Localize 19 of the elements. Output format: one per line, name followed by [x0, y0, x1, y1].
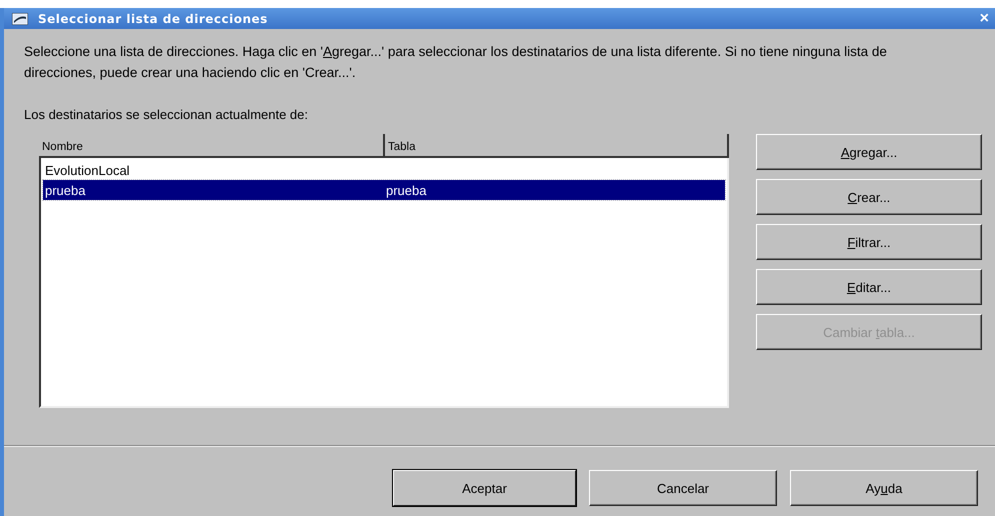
list-row[interactable]: EvolutionLocal: [43, 160, 725, 180]
table-cell-text: EvolutionLocal: [44, 162, 131, 178]
dialog-button[interactable]: Aceptar: [393, 470, 576, 506]
close-button[interactable]: ×: [980, 10, 989, 26]
column-header[interactable]: Nombre: [39, 134, 383, 156]
action-button[interactable]: Agregar...: [756, 134, 982, 170]
table-cell-text: prueba: [385, 182, 428, 198]
action-button[interactable]: Filtrar...: [756, 224, 982, 260]
dialog-button[interactable]: Ayuda: [790, 470, 978, 506]
list-row[interactable]: prueba prueba: [43, 180, 725, 200]
instruction-text: Seleccione una lista de direcciones. Haga clic en 'Agregar...' para seleccionar los destinatarios de una lista diferente. Si no tiene ninguna lista de direcciones, puede crear una haciendo clic en 'Crear...'.: [24, 43, 888, 82]
current-source-label: Los destinatarios se seleccionan actualmente de:: [24, 107, 310, 122]
window-title: Seleccionar lista de direcciones: [38, 12, 269, 26]
dialog-button[interactable]: Cancelar: [589, 470, 777, 506]
action-button[interactable]: Crear...: [756, 179, 982, 215]
action-button[interactable]: Editar...: [756, 269, 982, 305]
column-header[interactable]: Tabla: [383, 134, 727, 156]
table-cell-text: prueba: [44, 182, 86, 198]
app-icon: [12, 12, 28, 24]
